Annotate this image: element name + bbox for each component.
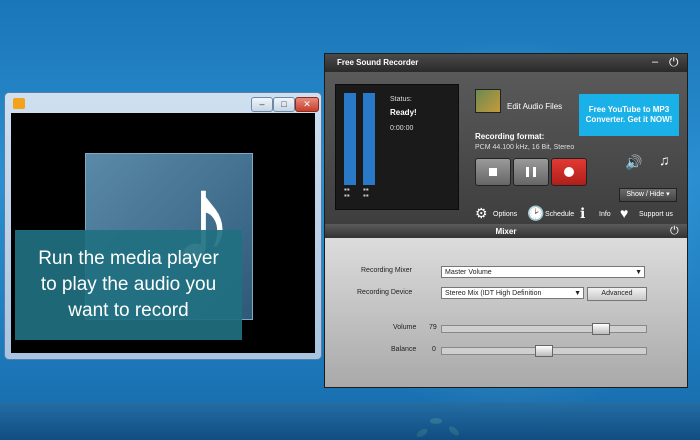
promo-line: Converter. Get it NOW! [585, 115, 673, 124]
balance-label: Balance [391, 346, 417, 353]
level-meter: ▪▪ ▪▪ ▪▪ ▪▪ Status: Ready! 0:00:00 [335, 84, 459, 210]
balance-slider[interactable] [441, 345, 647, 357]
format-value[interactable]: PCM 44.100 kHz, 16 Bit, Stereo [475, 144, 574, 151]
schedule-link[interactable]: Schedule [545, 211, 574, 218]
info-icon[interactable]: ℹ [580, 205, 585, 222]
level-dots-icon: ▪▪ ▪▪ [363, 185, 369, 200]
recording-device-select[interactable]: Stereo Mix (IDT High Definition ▼ [441, 287, 584, 299]
elapsed-time: 0:00:00 [390, 125, 414, 132]
record-button[interactable] [551, 158, 587, 186]
minimize-icon[interactable]: – [652, 56, 658, 68]
music-note-icon[interactable]: ♫ [659, 152, 670, 168]
volume-slider-thumb[interactable] [592, 323, 610, 335]
support-link[interactable]: Support us [639, 211, 673, 218]
tutorial-caption: Run the media player to play the audio y… [15, 230, 242, 340]
sound-recorder-window: Free Sound Recorder – ⏻ ▪▪ ▪▪ ▪▪ ▪▪ Status… [324, 53, 688, 388]
mixer-power-icon[interactable]: ⏻ [670, 225, 679, 238]
volume-slider[interactable] [441, 323, 647, 335]
recording-mixer-value: Master Volume [445, 269, 492, 276]
show-hide-button[interactable]: Show / Hide ▾ [619, 188, 677, 202]
taskbar [0, 402, 700, 440]
title-bar: Free Sound Recorder – ⏻ [325, 54, 687, 72]
recorder-panel: ▪▪ ▪▪ ▪▪ ▪▪ Status: Ready! 0:00:00 Edit Au… [325, 72, 687, 224]
recording-device-label: Recording Device [357, 289, 413, 296]
maximize-button[interactable]: □ [273, 97, 295, 112]
promo-line: Free YouTube to MP3 [588, 105, 670, 114]
edit-audio-icon[interactable] [475, 89, 501, 113]
pause-button[interactable] [513, 158, 549, 186]
mixer-panel: Recording Mixer Master Volume ▼ Recordin… [325, 238, 687, 387]
media-player-icon [13, 98, 25, 109]
format-label: Recording format: [475, 132, 545, 141]
clock-icon[interactable]: 🕑 [527, 205, 544, 222]
close-button[interactable]: ✕ [295, 97, 319, 112]
volume-value: 79 [429, 324, 437, 331]
recording-mixer-label: Recording Mixer [361, 267, 412, 274]
show-hide-label: Show / Hide [626, 191, 665, 198]
mixer-title: Mixer [495, 227, 517, 236]
caption-line: want to record [68, 300, 189, 321]
caption-line: Run the media player [38, 248, 219, 269]
balance-slider-thumb[interactable] [535, 345, 553, 357]
power-icon[interactable]: ⏻ [669, 55, 679, 70]
chevron-down-icon: ▼ [574, 290, 581, 297]
status-label: Status: [390, 96, 412, 103]
info-link[interactable]: Info [599, 211, 611, 218]
volume-label: Volume [393, 324, 417, 331]
speaker-icon[interactable]: 🔊 [625, 154, 642, 171]
options-link[interactable]: Options [493, 211, 517, 218]
recording-device-value: Stereo Mix (IDT High Definition [445, 290, 542, 297]
level-dots-icon: ▪▪ ▪▪ [344, 185, 350, 200]
caption-line: to play the audio you [40, 274, 217, 295]
gear-icon[interactable]: ⚙ [475, 205, 488, 222]
balance-value: 0 [432, 346, 436, 353]
promo-banner[interactable]: Free YouTube to MP3 Converter. Get it NO… [579, 94, 679, 136]
level-bar-left [344, 93, 356, 185]
stop-button[interactable] [475, 158, 511, 186]
pause-icon [526, 167, 529, 177]
recording-mixer-select[interactable]: Master Volume ▼ [441, 266, 645, 278]
record-icon [564, 167, 574, 177]
edit-audio-link[interactable]: Edit Audio Files [507, 102, 562, 111]
status-value: Ready! [390, 108, 417, 117]
advanced-button[interactable]: Advanced [587, 287, 647, 301]
stop-icon [489, 168, 497, 176]
minimize-button[interactable]: – [251, 97, 273, 112]
chevron-down-icon: ▼ [635, 269, 642, 276]
pause-icon [533, 167, 536, 177]
level-bar-right [363, 93, 375, 185]
window-title: Free Sound Recorder [337, 58, 419, 67]
heart-icon[interactable]: ♥ [620, 205, 628, 221]
